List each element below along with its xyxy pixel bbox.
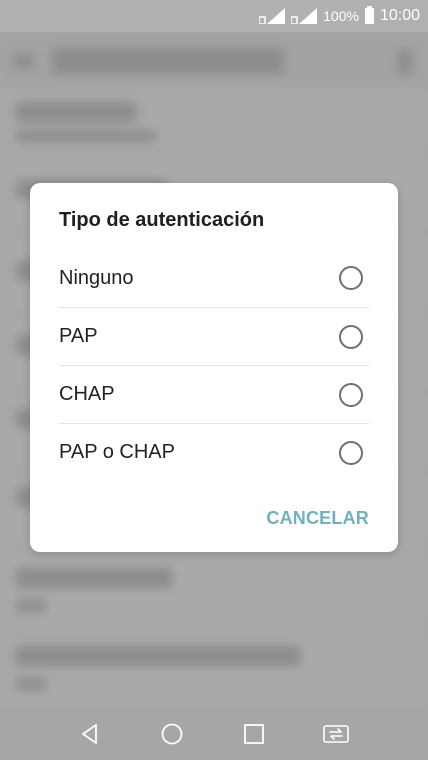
signal-icon <box>291 8 318 24</box>
signal-icon <box>259 8 286 24</box>
dialog-title: Tipo de autenticación <box>59 209 265 231</box>
option-chap[interactable]: CHAP <box>59 365 369 423</box>
status-bar: 100% 10:00 <box>0 0 428 32</box>
recents-icon[interactable] <box>239 719 269 749</box>
dialog-actions: CANCELAR <box>266 508 369 529</box>
option-list: Ninguno PAP CHAP PAP o CHAP <box>30 249 398 481</box>
cancel-button[interactable]: CANCELAR <box>266 508 369 529</box>
navigation-bar <box>0 708 428 760</box>
back-icon[interactable] <box>75 719 105 749</box>
status-time: 10:00 <box>379 7 420 24</box>
option-ninguno[interactable]: Ninguno <box>59 249 369 307</box>
option-pap[interactable]: PAP <box>59 307 369 365</box>
option-label: Ninguno <box>59 266 134 289</box>
option-label: PAP o CHAP <box>59 441 175 463</box>
home-icon[interactable] <box>157 719 187 749</box>
option-label: PAP <box>59 325 98 347</box>
radio-button[interactable] <box>339 440 363 465</box>
option-pap-o-chap[interactable]: PAP o CHAP <box>59 423 369 481</box>
switch-sim-icon[interactable] <box>321 719 351 749</box>
authentication-type-dialog: Tipo de autenticación Ninguno PAP CHAP P… <box>30 183 398 552</box>
radio-button[interactable] <box>339 324 363 349</box>
radio-button[interactable] <box>339 266 363 290</box>
option-label: CHAP <box>59 383 115 405</box>
radio-button[interactable] <box>339 382 363 407</box>
battery-icon <box>364 6 374 24</box>
battery-percent: 100% <box>323 8 359 24</box>
